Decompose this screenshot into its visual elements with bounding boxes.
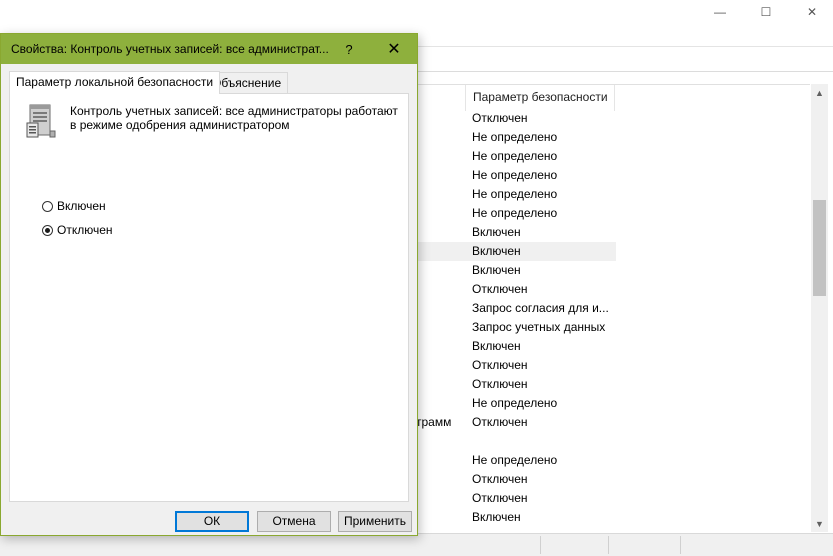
cancel-button[interactable]: Отмена bbox=[257, 511, 331, 532]
security-setting-cell: Отключен bbox=[472, 377, 528, 391]
list-row[interactable]: Запрос учетных данных bbox=[410, 318, 810, 337]
list-row[interactable]: Отключен bbox=[410, 489, 810, 508]
policy-name: Контроль учетных записей: все администра… bbox=[70, 104, 398, 132]
apply-button[interactable]: Применить bbox=[338, 511, 412, 532]
security-setting-cell: Запрос согласия для и... bbox=[472, 301, 609, 315]
list-row[interactable]: Не определено bbox=[410, 394, 810, 413]
radio-enabled-icon[interactable] bbox=[42, 200, 53, 212]
help-icon: ? bbox=[345, 41, 353, 57]
radio-disabled-icon[interactable] bbox=[42, 224, 53, 236]
security-setting-cell: Отключен bbox=[472, 491, 528, 505]
security-setting-cell: Не определено bbox=[472, 149, 558, 163]
maximize-icon: ☐ bbox=[760, 5, 772, 19]
security-setting-cell: Включен bbox=[472, 510, 521, 524]
tab-local-security-setting[interactable]: Параметр локальной безопасности bbox=[9, 71, 221, 94]
minimize-icon: — bbox=[714, 5, 726, 19]
main-titlebar: — ☐ ✕ bbox=[0, 0, 833, 24]
help-button[interactable]: ? bbox=[331, 34, 367, 64]
security-setting-cell: Включен bbox=[472, 339, 521, 353]
security-setting-cell: Отключен bbox=[472, 111, 528, 125]
list-row[interactable]: Отключен bbox=[410, 109, 810, 128]
list-row[interactable]: Включен bbox=[410, 337, 810, 356]
list-row[interactable]: Не определено bbox=[410, 204, 810, 223]
security-setting-cell: Не определено bbox=[472, 187, 558, 201]
close-icon: ✕ bbox=[806, 5, 818, 19]
list-row[interactable]: Включен bbox=[410, 242, 810, 261]
list-row[interactable]: Не определено bbox=[410, 147, 810, 166]
close-icon: ✕ bbox=[387, 41, 401, 58]
dialog-close-button[interactable]: ✕ bbox=[371, 34, 417, 64]
scrollbar-thumb[interactable] bbox=[813, 200, 826, 296]
list-row[interactable]: трамм Отключен bbox=[410, 413, 810, 432]
security-setting-cell: Включен bbox=[472, 244, 521, 258]
status-bar bbox=[0, 533, 833, 556]
ok-button[interactable]: ОК bbox=[175, 511, 249, 532]
dialog-titlebar[interactable]: Свойства: Контроль учетных записей: все … bbox=[1, 34, 417, 64]
list-row[interactable]: Отключен bbox=[410, 375, 810, 394]
list-row[interactable]: Не определено bbox=[410, 451, 810, 470]
policy-list[interactable]: Параметр безопасности Отключен Не определ… bbox=[410, 84, 810, 533]
list-row[interactable]: Включен bbox=[410, 223, 810, 242]
scroll-up-icon[interactable]: ▲ bbox=[811, 84, 828, 101]
list-row[interactable]: Отключен bbox=[410, 356, 810, 375]
security-setting-cell: Отключен bbox=[472, 472, 528, 486]
radio-enabled[interactable]: Включен bbox=[42, 199, 106, 213]
security-setting-cell: Отключен bbox=[472, 282, 528, 296]
server-policy-icon bbox=[26, 104, 56, 138]
tab-panel: Контроль учетных записей: все администра… bbox=[9, 93, 409, 502]
security-setting-cell: Не определено bbox=[472, 168, 558, 182]
scroll-down-icon[interactable]: ▼ bbox=[811, 515, 828, 532]
security-setting-cell: Не определено bbox=[472, 396, 558, 410]
security-setting-cell: Включен bbox=[472, 263, 521, 277]
security-setting-cell: Запрос учетных данных bbox=[472, 320, 606, 334]
policy-name-cell: трамм bbox=[416, 415, 452, 429]
maximize-button[interactable]: ☐ bbox=[743, 0, 789, 24]
list-row[interactable]: Не определено bbox=[410, 128, 810, 147]
list-row[interactable]: Включен bbox=[410, 508, 810, 527]
close-button[interactable]: ✕ bbox=[789, 0, 833, 24]
radio-disabled[interactable]: Отключен bbox=[42, 223, 113, 237]
list-row[interactable]: Отключен bbox=[410, 280, 810, 299]
radio-disabled-label: Отключен bbox=[57, 223, 113, 237]
list-row[interactable]: Запрос согласия для и... bbox=[410, 299, 810, 318]
security-setting-cell: Отключен bbox=[472, 415, 528, 429]
radio-enabled-label: Включен bbox=[57, 199, 106, 213]
security-setting-cell: Не определено bbox=[472, 453, 558, 467]
list-row[interactable]: Не определено bbox=[410, 185, 810, 204]
dialog-title: Свойства: Контроль учетных записей: все … bbox=[11, 42, 329, 56]
security-setting-cell: Не определено bbox=[472, 130, 558, 144]
properties-dialog: Свойства: Контроль учетных записей: все … bbox=[0, 33, 418, 536]
list-row[interactable]: Включен bbox=[410, 261, 810, 280]
list-row[interactable]: Отключен bbox=[410, 470, 810, 489]
list-row[interactable] bbox=[410, 432, 810, 451]
security-setting-cell: Отключен bbox=[472, 358, 528, 372]
vertical-scrollbar[interactable]: ▲ ▼ bbox=[811, 84, 828, 532]
minimize-button[interactable]: — bbox=[697, 0, 743, 24]
column-header-security-setting[interactable]: Параметр безопасности bbox=[465, 85, 615, 111]
list-row[interactable]: Не определено bbox=[410, 166, 810, 185]
security-setting-cell: Включен bbox=[472, 225, 521, 239]
security-setting-cell: Не определено bbox=[472, 206, 558, 220]
